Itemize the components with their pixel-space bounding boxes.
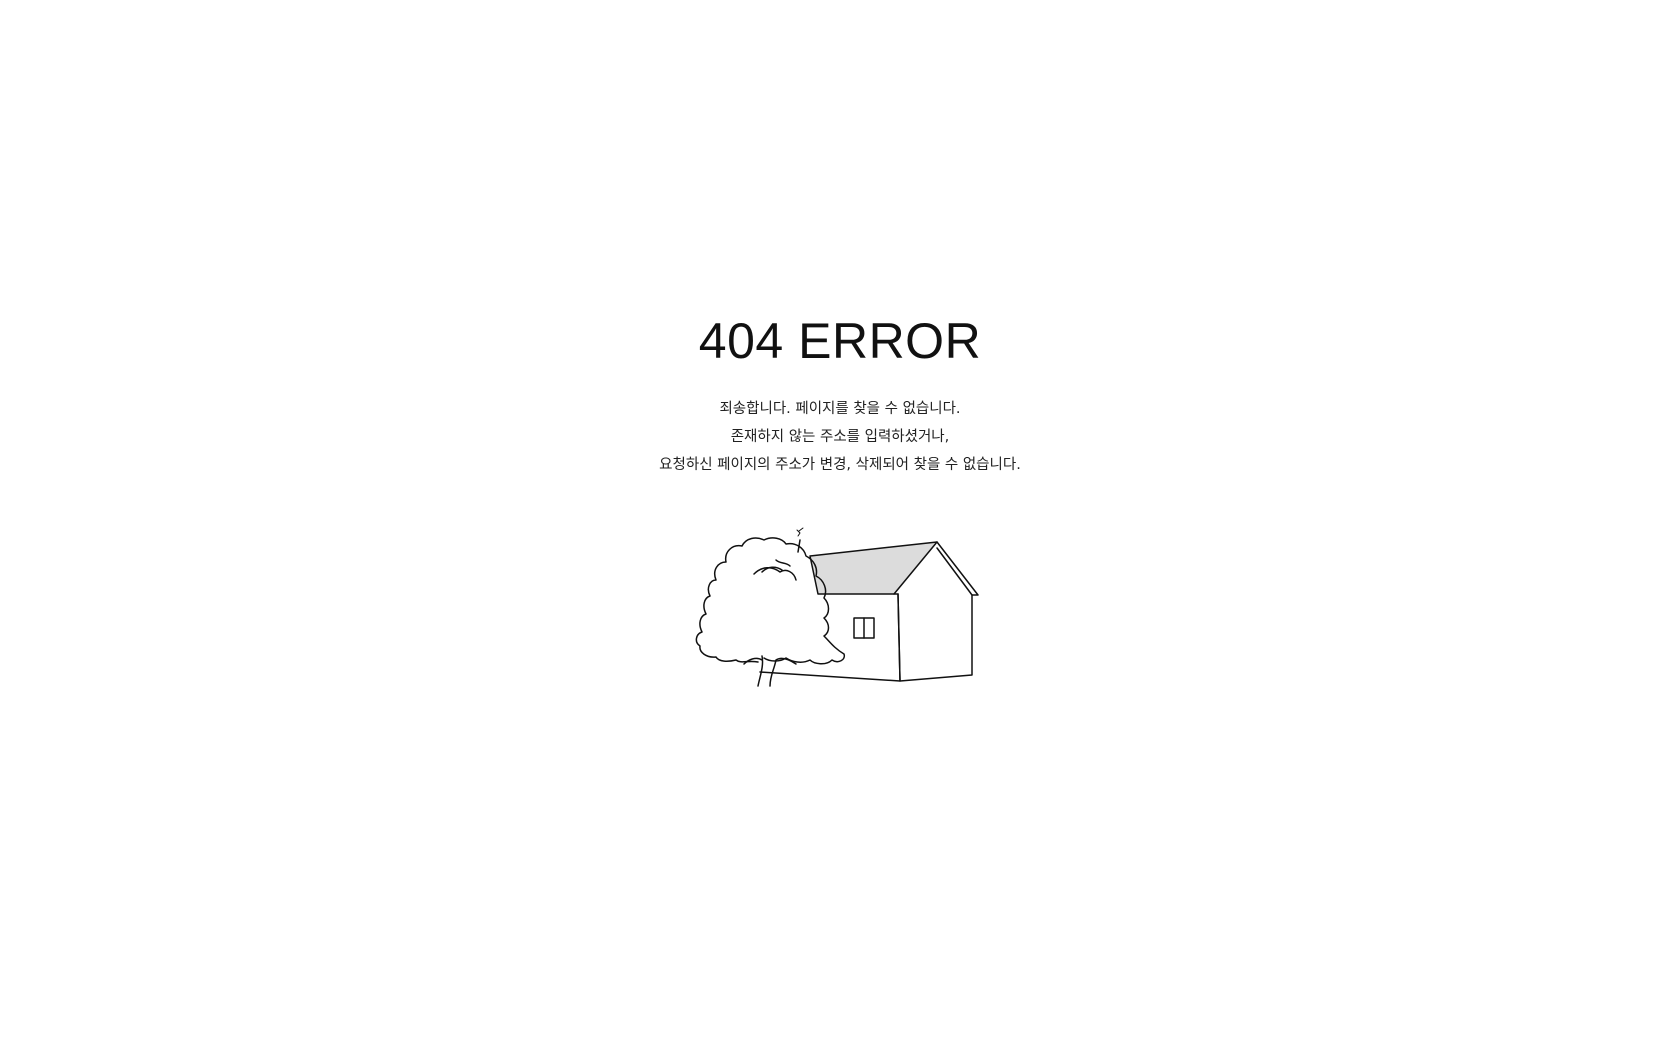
error-message-line-2: 존재하지 않는 주소를 입력하셨거나, [730, 429, 950, 445]
bird [796, 527, 804, 537]
house-and-tree-illustration [695, 527, 979, 687]
error-message-line-3: 요청하신 페이지의 주소가 변경, 삭제되어 찾을 수 없습니다. [659, 457, 1021, 473]
house-wall [759, 593, 901, 682]
error-message-line-1: 죄송합니다. 페이지를 찾을 수 없습니다. [719, 401, 961, 417]
house-roof [809, 541, 938, 595]
error-message: 죄송합니다. 페이지를 찾을 수 없습니다. 존재하지 않는 주소를 입력하셨거… [0, 395, 1680, 479]
error-title: 404 ERROR [698, 313, 982, 369]
error-page: 404 ERROR 죄송합니다. 페이지를 찾을 수 없습니다. 존재하지 않는… [0, 0, 1680, 1050]
